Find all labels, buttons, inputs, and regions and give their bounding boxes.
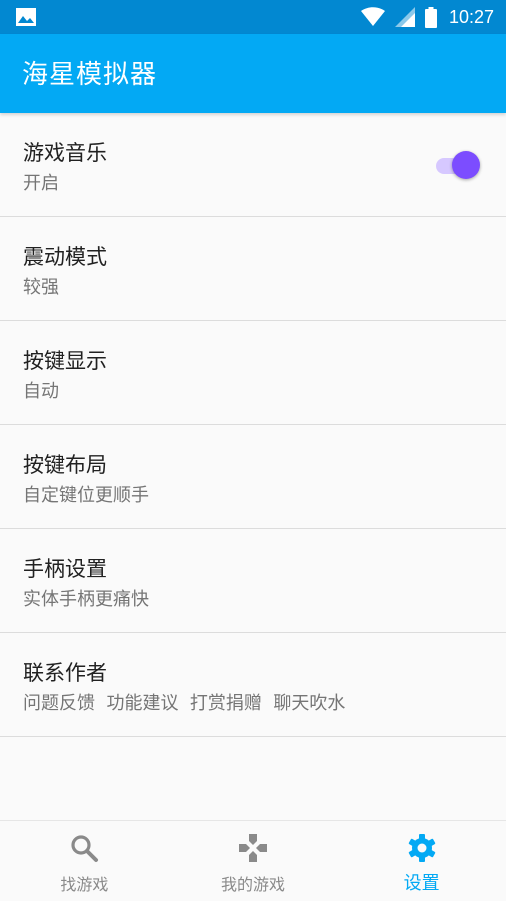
clock: 10:27 bbox=[448, 6, 494, 27]
app-title: 海星模拟器 bbox=[22, 60, 158, 90]
search-icon bbox=[71, 835, 99, 862]
setting-title: 手柄设置 bbox=[23, 557, 107, 581]
app-bar: 海星模拟器 bbox=[0, 34, 506, 113]
wifi-icon bbox=[360, 7, 385, 26]
setting-subtitle: 自定键位更顺手 bbox=[23, 485, 149, 506]
setting-vibration-mode[interactable]: 震动模式 较强 bbox=[0, 217, 506, 321]
setting-title: 游戏音乐 bbox=[23, 141, 107, 165]
nav-my-games[interactable]: 我的游戏 bbox=[169, 821, 338, 901]
status-bar: 10:27 bbox=[0, 0, 506, 34]
setting-subtitle: 较强 bbox=[23, 277, 59, 298]
switch-thumb bbox=[452, 151, 480, 179]
setting-button-display[interactable]: 按键显示 自动 bbox=[0, 321, 506, 425]
nav-label: 设置 bbox=[403, 873, 440, 894]
battery-icon bbox=[424, 6, 437, 28]
setting-subtitle: 问题反馈 功能建议 打赏捐赠 聊天吹水 bbox=[23, 693, 346, 714]
setting-gamepad[interactable]: 手柄设置 实体手柄更痛快 bbox=[0, 529, 506, 633]
setting-title: 联系作者 bbox=[23, 661, 107, 685]
bottom-navigation: 找游戏 我的游戏 设置 bbox=[0, 820, 506, 901]
settings-list: 游戏音乐 开启 震动模式 较强 按键显示 自动 按键布局 自定键位更顺手 手柄设… bbox=[0, 113, 506, 737]
nav-settings[interactable]: 设置 bbox=[337, 821, 506, 901]
nav-find-games[interactable]: 找游戏 bbox=[0, 821, 169, 901]
setting-button-layout[interactable]: 按键布局 自定键位更顺手 bbox=[0, 425, 506, 529]
gamepad-icon bbox=[239, 834, 267, 862]
nav-label: 我的游戏 bbox=[221, 875, 286, 894]
signal-icon bbox=[394, 7, 415, 27]
music-toggle-switch[interactable] bbox=[434, 151, 480, 179]
setting-subtitle: 实体手柄更痛快 bbox=[23, 589, 149, 610]
image-icon bbox=[16, 8, 36, 26]
nav-label: 找游戏 bbox=[60, 875, 109, 894]
setting-title: 震动模式 bbox=[23, 245, 107, 269]
status-icons: 10:27 bbox=[360, 0, 494, 34]
settings-gear-icon bbox=[408, 834, 435, 862]
setting-game-music[interactable]: 游戏音乐 开启 bbox=[0, 113, 506, 217]
setting-subtitle: 自动 bbox=[23, 381, 59, 402]
setting-contact-author[interactable]: 联系作者 问题反馈 功能建议 打赏捐赠 聊天吹水 bbox=[0, 633, 506, 737]
setting-subtitle: 开启 bbox=[23, 173, 59, 194]
setting-title: 按键显示 bbox=[23, 349, 107, 373]
setting-title: 按键布局 bbox=[23, 453, 107, 477]
